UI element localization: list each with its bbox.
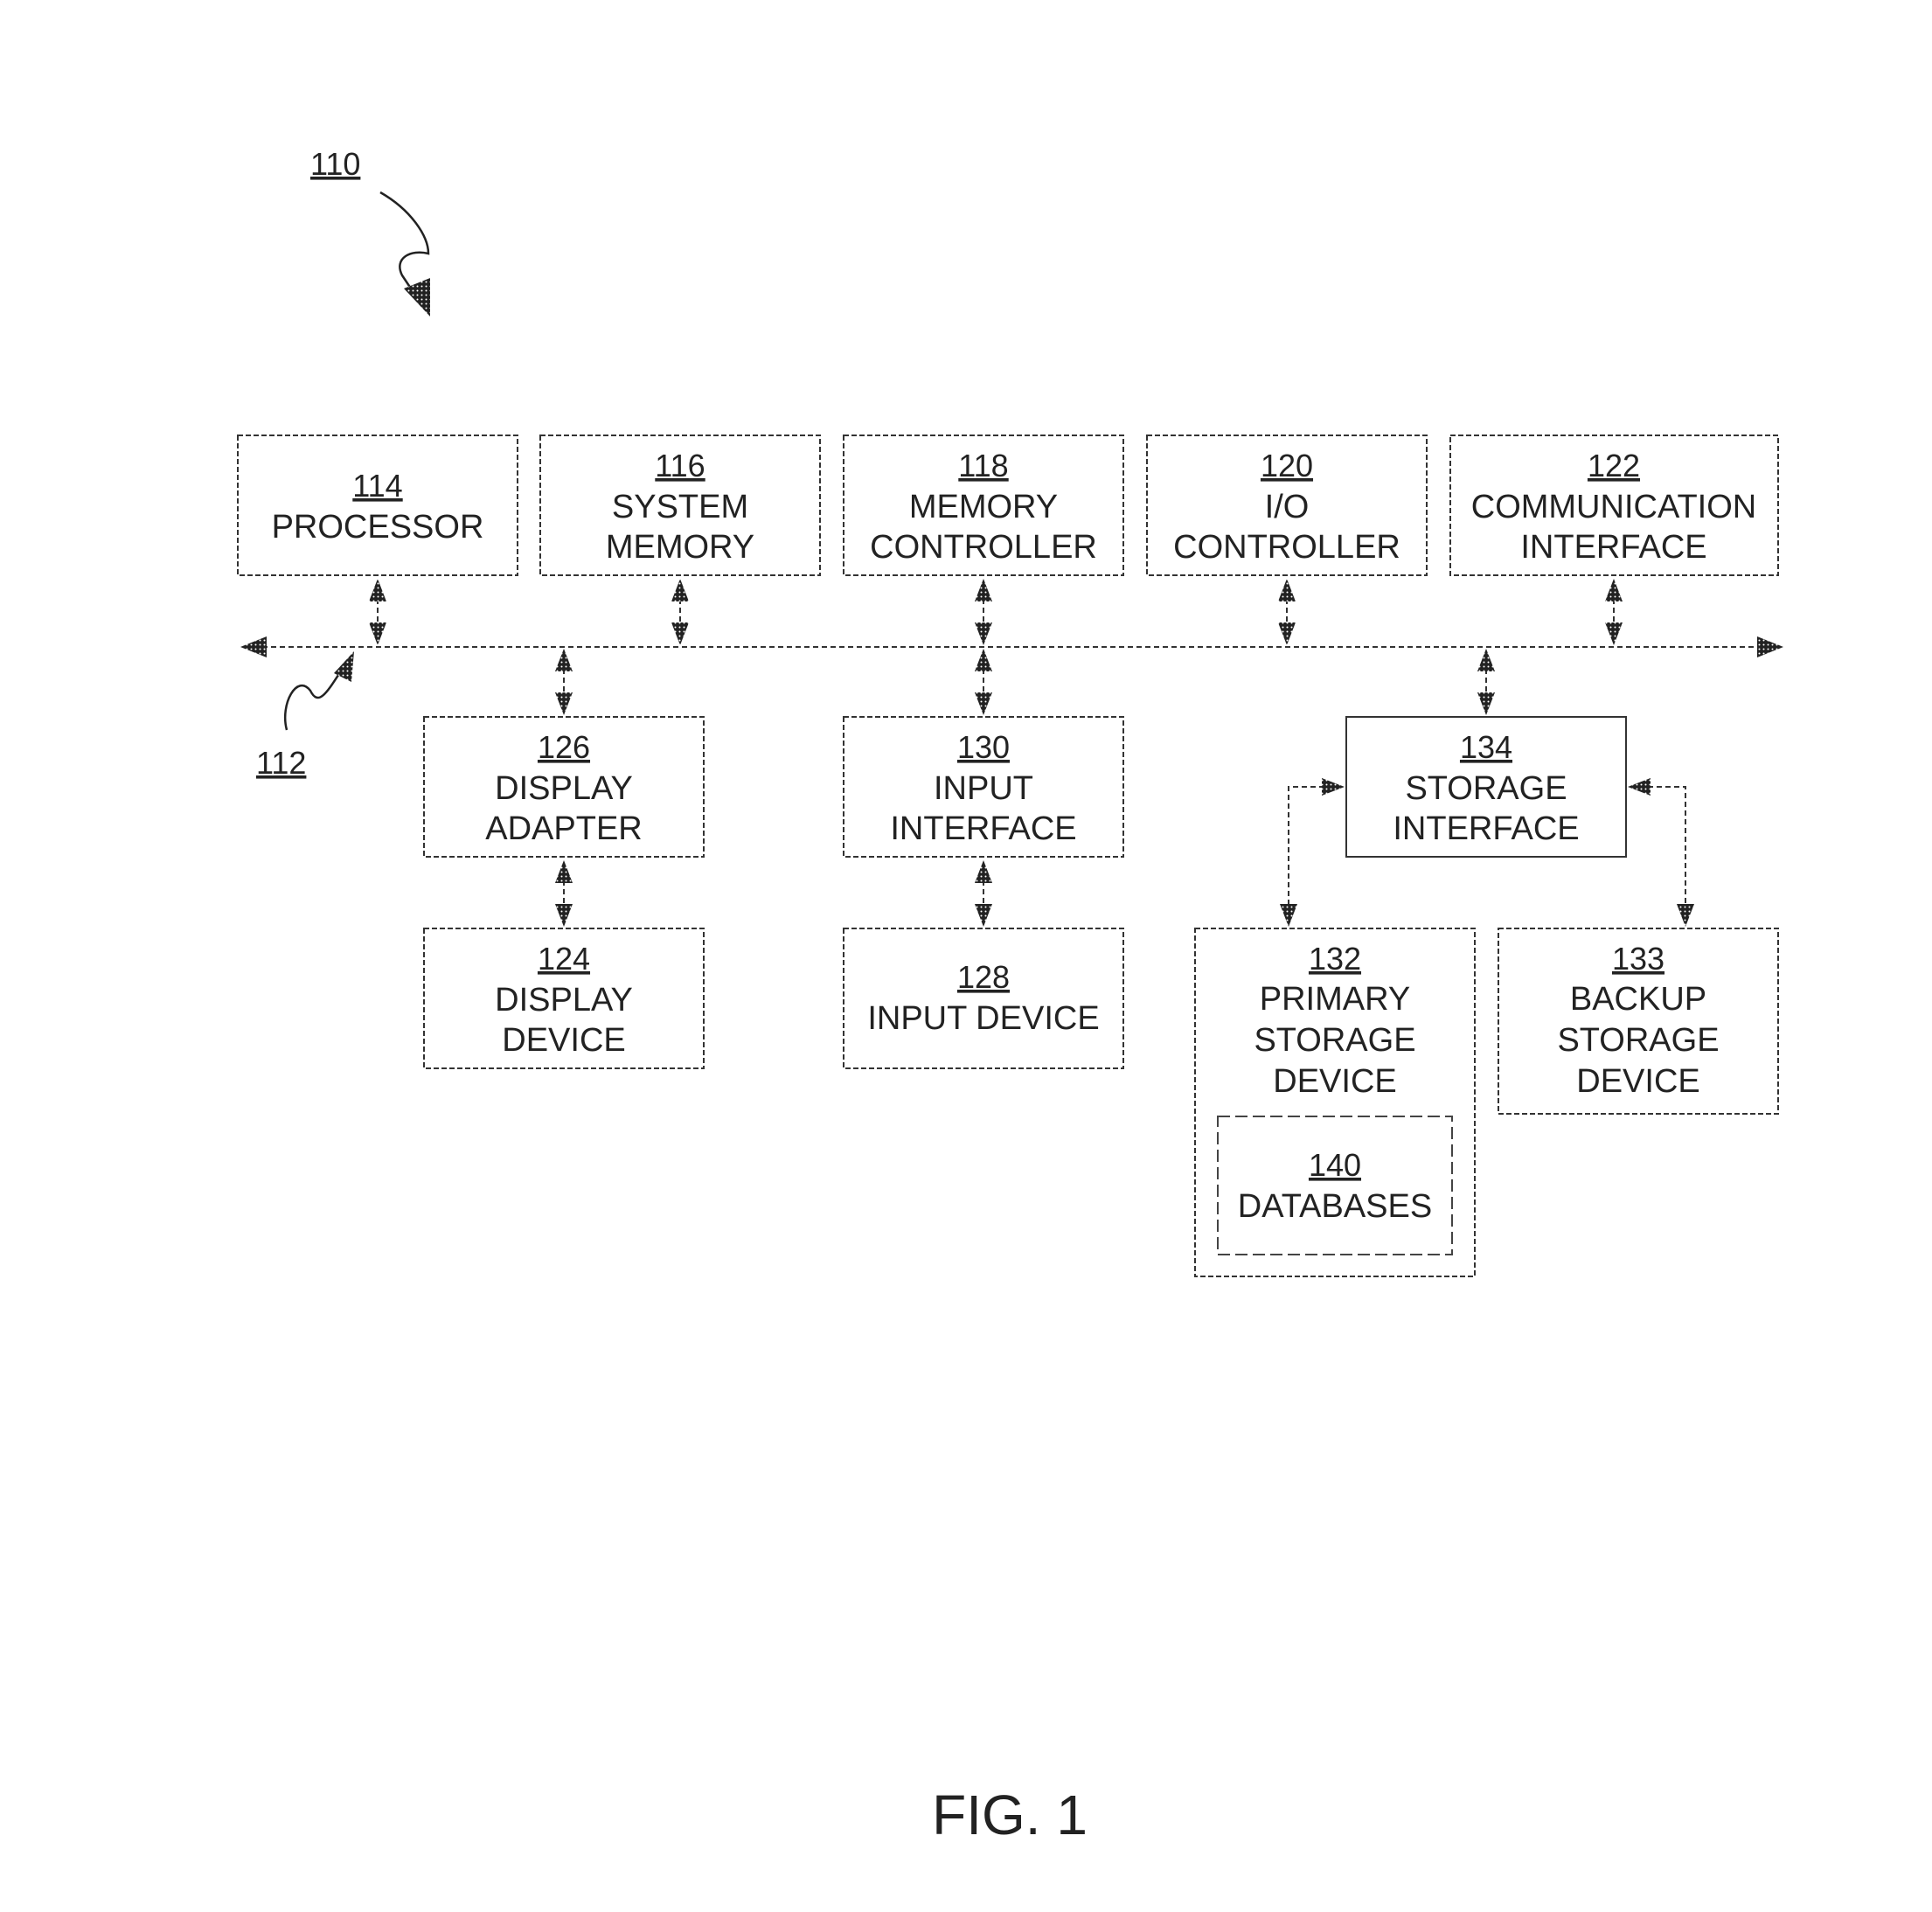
svg-text:INTERFACE: INTERFACE	[1520, 529, 1706, 566]
svg-text:124: 124	[538, 941, 590, 977]
svg-text:133: 133	[1612, 941, 1664, 977]
svg-text:DEVICE: DEVICE	[502, 1022, 625, 1059]
svg-text:BACKUP: BACKUP	[1570, 981, 1706, 1018]
svg-text:INPUT: INPUT	[934, 770, 1033, 807]
svg-text:PRIMARY: PRIMARY	[1260, 981, 1410, 1018]
svg-text:DEVICE: DEVICE	[1273, 1063, 1396, 1100]
middle-connectors	[555, 649, 1495, 715]
system-ref-label: 110	[310, 146, 360, 182]
svg-text:134: 134	[1460, 729, 1512, 765]
svg-text:INPUT DEVICE: INPUT DEVICE	[867, 1000, 1099, 1037]
svg-text:DEVICE: DEVICE	[1576, 1063, 1699, 1100]
svg-text:DISPLAY: DISPLAY	[495, 770, 633, 807]
bus-ref-label: 112	[256, 745, 306, 781]
svg-text:INTERFACE: INTERFACE	[890, 810, 1076, 847]
svg-text:MEMORY: MEMORY	[909, 489, 1058, 525]
svg-text:MEMORY: MEMORY	[606, 529, 754, 566]
svg-text:132: 132	[1309, 941, 1361, 977]
svg-text:INTERFACE: INTERFACE	[1393, 810, 1579, 847]
connector-processor-bus	[369, 579, 386, 645]
block-communication-interface: 122 COMMUNICATION INTERFACE	[1449, 435, 1779, 576]
connector-bus-input-interface	[975, 649, 992, 715]
bus-right-arrow-icon	[1757, 636, 1783, 657]
svg-text:140: 140	[1309, 1147, 1361, 1183]
svg-text:DATABASES: DATABASES	[1238, 1188, 1432, 1225]
block-primary-storage-device: 132 PRIMARY STORAGE DEVICE 140 DATABASES	[1194, 928, 1476, 1277]
connector-storage-backup	[1628, 778, 1694, 927]
figure-caption: FIG. 1	[932, 1783, 1088, 1846]
connector-interface-input-device	[975, 860, 992, 927]
svg-text:120: 120	[1261, 448, 1313, 483]
svg-text:I/O: I/O	[1265, 489, 1310, 525]
svg-text:CONTROLLER: CONTROLLER	[870, 529, 1097, 566]
svg-text:130: 130	[957, 729, 1010, 765]
svg-text:CONTROLLER: CONTROLLER	[1173, 529, 1400, 566]
svg-text:PROCESSOR: PROCESSOR	[272, 509, 484, 546]
svg-text:STORAGE: STORAGE	[1405, 770, 1567, 807]
block-system-memory: 116 SYSTEM MEMORY	[539, 435, 821, 576]
svg-text:114: 114	[352, 468, 402, 504]
top-connectors	[369, 579, 1623, 645]
svg-text:COMMUNICATION: COMMUNICATION	[1471, 489, 1757, 525]
svg-text:SYSTEM: SYSTEM	[612, 489, 748, 525]
connector-bus-storage-interface	[1477, 649, 1495, 715]
connector-adapter-display	[555, 860, 573, 927]
block-storage-interface: 134 STORAGE INTERFACE	[1345, 716, 1627, 858]
connector-comm-bus	[1605, 579, 1623, 645]
block-memory-controller: 118 MEMORY CONTROLLER	[843, 435, 1124, 576]
block-io-controller: 120 I/O CONTROLLER	[1146, 435, 1428, 576]
block-input-interface: 130 INPUT INTERFACE	[843, 716, 1124, 858]
svg-text:STORAGE: STORAGE	[1557, 1022, 1719, 1059]
svg-text:126: 126	[538, 729, 590, 765]
connector-bus-display-adapter	[555, 649, 573, 715]
svg-text:ADAPTER: ADAPTER	[485, 810, 642, 847]
connector-io-bus	[1278, 579, 1296, 645]
connector-memctl-bus	[975, 579, 992, 645]
connector-memory-bus	[671, 579, 689, 645]
svg-text:STORAGE: STORAGE	[1254, 1022, 1415, 1059]
svg-text:122: 122	[1588, 448, 1640, 483]
svg-text:DISPLAY: DISPLAY	[495, 982, 633, 1019]
block-backup-storage-device: 133 BACKUP STORAGE DEVICE	[1498, 928, 1779, 1115]
connector-storage-primary	[1280, 778, 1345, 927]
bus-left-arrow-icon	[240, 636, 267, 657]
block-diagram: 110 112 114 PROCESSOR 116 SYSTEM MEMORY …	[237, 146, 1783, 1846]
block-input-device: 128 INPUT DEVICE	[843, 928, 1124, 1069]
block-display-adapter: 126 DISPLAY ADAPTER	[423, 716, 705, 858]
svg-text:116: 116	[655, 448, 705, 483]
svg-text:118: 118	[958, 448, 1008, 483]
block-display-device: 124 DISPLAY DEVICE	[423, 928, 705, 1069]
svg-text:128: 128	[957, 959, 1010, 995]
block-processor: 114 PROCESSOR	[237, 435, 518, 576]
